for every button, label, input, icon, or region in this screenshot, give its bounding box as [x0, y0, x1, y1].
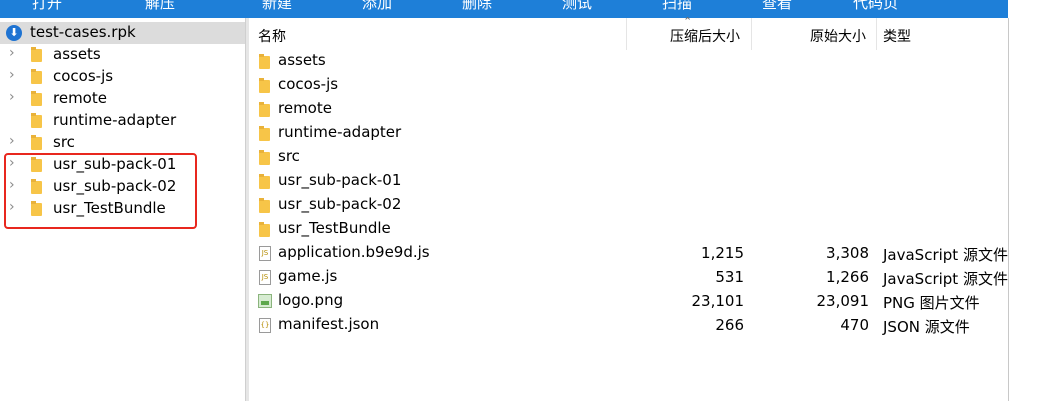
tree-root-item[interactable]: ⬇ test-cases.rpk	[0, 22, 245, 44]
toolbar-scan-button[interactable]: 扫描	[662, 0, 692, 13]
file-type: JavaScript 源文件	[883, 270, 1008, 288]
list-item[interactable]: assets	[250, 50, 1008, 74]
js-file-icon: JS	[259, 270, 271, 285]
column-header-type[interactable]: 类型	[883, 26, 911, 46]
original-size: 1,266	[826, 268, 869, 286]
tree-item-label: runtime-adapter	[53, 111, 177, 129]
folder-icon	[259, 78, 270, 93]
toolbar-test-button[interactable]: 测试	[562, 0, 592, 13]
chevron-right-icon[interactable]: ›	[9, 45, 15, 61]
column-divider[interactable]	[626, 18, 627, 50]
chevron-right-icon[interactable]: ›	[9, 133, 15, 149]
toolbar-codepage-button[interactable]: 代码页	[853, 0, 898, 13]
list-item[interactable]: logo.png 23,101 23,091 PNG 图片文件	[250, 290, 1008, 314]
list-item[interactable]: remote	[250, 98, 1008, 122]
file-type: JavaScript 源文件	[883, 246, 1008, 264]
toolbar-delete-button[interactable]: 删除	[462, 0, 492, 13]
list-item[interactable]: {} manifest.json 266 470 JSON 源文件	[250, 314, 1008, 338]
tree-root-label: test-cases.rpk	[30, 23, 136, 41]
list-item-name: game.js	[278, 267, 338, 285]
list-item-name: remote	[278, 99, 332, 117]
original-size: 23,091	[816, 292, 870, 310]
tree-item-remote[interactable]: › remote	[0, 88, 245, 110]
tree-item-src[interactable]: › src	[0, 132, 245, 154]
toolbar: 打开 解压 新建 添加 删除 测试 扫描 查看 代码页	[0, 0, 1008, 18]
folder-icon	[259, 126, 270, 141]
folder-icon	[31, 135, 42, 150]
chevron-right-icon[interactable]: ›	[9, 67, 15, 83]
original-size: 3,308	[826, 244, 869, 262]
tree-item-cocos-js[interactable]: › cocos-js	[0, 66, 245, 88]
list-item-name: logo.png	[278, 291, 344, 309]
archive-icon: ⬇	[6, 25, 22, 41]
list-item[interactable]: JS application.b9e9d.js 1,215 3,308 Java…	[250, 242, 1008, 266]
list-item-name: src	[278, 147, 300, 165]
png-file-icon	[258, 294, 272, 308]
list-item[interactable]: cocos-js	[250, 74, 1008, 98]
column-header-compressed-size[interactable]: 压缩后大小	[670, 26, 740, 46]
file-type: JSON 源文件	[883, 318, 970, 336]
window-background	[1008, 0, 1051, 401]
pane-splitter[interactable]	[245, 18, 249, 401]
file-type: PNG 图片文件	[883, 294, 980, 312]
toolbar-extract-button[interactable]: 解压	[145, 0, 175, 13]
column-divider[interactable]	[876, 18, 877, 50]
list-item[interactable]: JS game.js 531 1,266 JavaScript 源文件	[250, 266, 1008, 290]
window-border	[1008, 18, 1009, 401]
toolbar-new-button[interactable]: 新建	[262, 0, 292, 13]
list-item-name: manifest.json	[278, 315, 380, 333]
tree-item-label: cocos-js	[53, 67, 114, 85]
list-item-name: runtime-adapter	[278, 123, 402, 141]
compressed-size: 531	[715, 268, 744, 286]
folder-icon	[259, 150, 270, 165]
list-item[interactable]: usr_sub-pack-02	[250, 194, 1008, 218]
compressed-size: 23,101	[691, 292, 745, 310]
toolbar-open-button[interactable]: 打开	[32, 0, 62, 13]
list-item-name: cocos-js	[278, 75, 339, 93]
tree-item-label: remote	[53, 89, 107, 107]
folder-icon	[259, 198, 270, 213]
folder-icon	[31, 69, 42, 84]
folder-icon	[259, 102, 270, 117]
original-size: 470	[840, 316, 869, 334]
red-highlight-box	[4, 153, 197, 229]
folder-icon	[259, 174, 270, 189]
tree-item-assets[interactable]: › assets	[0, 44, 245, 66]
js-file-icon: JS	[259, 246, 271, 261]
column-header-name[interactable]: 名称	[258, 26, 286, 46]
folder-icon	[31, 113, 42, 128]
chevron-right-icon[interactable]: ›	[9, 89, 15, 105]
tree-item-runtime-adapter[interactable]: runtime-adapter	[0, 110, 245, 132]
compressed-size: 266	[715, 316, 744, 334]
column-header-original-size[interactable]: 原始大小	[810, 26, 866, 46]
list-item[interactable]: src	[250, 146, 1008, 170]
list-item-name: usr_TestBundle	[278, 219, 391, 237]
compressed-size: 1,215	[701, 244, 744, 262]
list-header: 名称 ⌃ 压缩后大小 原始大小 类型	[250, 15, 1008, 50]
folder-icon	[259, 222, 270, 237]
toolbar-view-button[interactable]: 查看	[762, 0, 792, 13]
folder-icon	[31, 91, 42, 106]
list-item-name: assets	[278, 51, 326, 69]
list-item-name: usr_sub-pack-01	[278, 171, 402, 189]
json-file-icon: {}	[259, 318, 271, 333]
column-divider[interactable]	[751, 18, 752, 50]
list-item[interactable]: runtime-adapter	[250, 122, 1008, 146]
tree-item-label: assets	[53, 45, 101, 63]
folder-icon	[259, 54, 270, 69]
list-item[interactable]: usr_sub-pack-01	[250, 170, 1008, 194]
tree-item-label: src	[53, 133, 75, 151]
folder-icon	[31, 47, 42, 62]
toolbar-add-button[interactable]: 添加	[362, 0, 392, 13]
list-item-name: usr_sub-pack-02	[278, 195, 402, 213]
list-item-name: application.b9e9d.js	[278, 243, 430, 261]
list-item[interactable]: usr_TestBundle	[250, 218, 1008, 242]
